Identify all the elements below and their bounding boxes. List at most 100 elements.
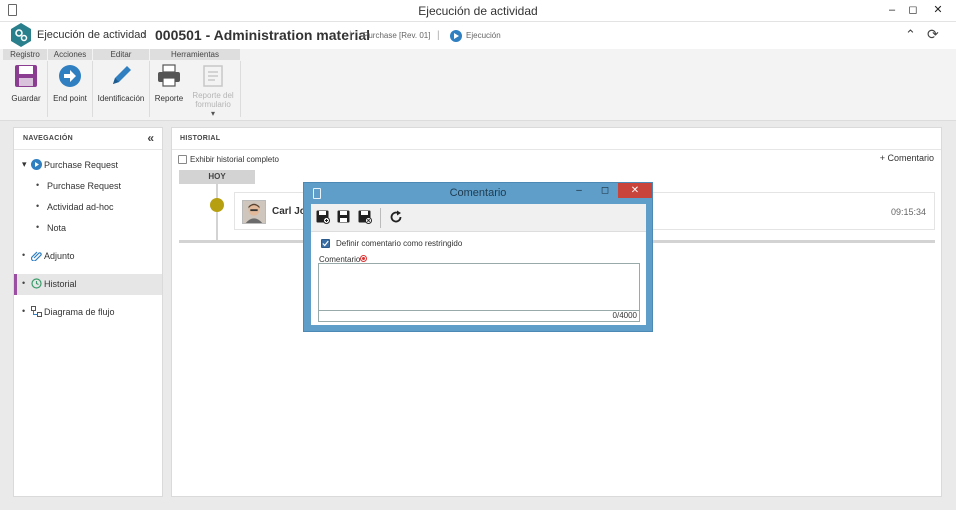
report-button[interactable]: Reporte — [152, 63, 186, 103]
bullet-icon: • — [36, 180, 40, 190]
window-title: Ejecución de actividad — [418, 4, 538, 18]
pencil-icon — [113, 66, 131, 84]
checkmark-icon — [322, 240, 329, 247]
header-separator: | — [349, 30, 352, 41]
nav-item-label: Actividad ad-hoc — [47, 202, 114, 212]
ribbon-group-herramientas: Herramientas — [150, 49, 240, 60]
ribbon-group-acciones: Acciones — [48, 49, 92, 60]
identification-label: Identificación — [97, 94, 145, 103]
character-counter: 0/4000 — [318, 311, 640, 322]
nav-item-actividad-ad-hoc[interactable]: • Actividad ad-hoc — [14, 197, 162, 218]
form-report-dropdown-icon[interactable]: ▾ — [190, 109, 236, 118]
comment-textarea[interactable] — [318, 263, 640, 311]
restrict-comment-checkbox[interactable] — [321, 239, 330, 248]
nav-item-nota[interactable]: • Nota — [14, 218, 162, 239]
nav-item-purchase-request-root[interactable]: ▾ Purchase Request — [14, 155, 162, 176]
nav-item-adjunto[interactable]: • Adjunto — [14, 246, 162, 267]
nav-item-diagrama-de-flujo[interactable]: • Diagrama de flujo — [14, 302, 162, 323]
nav-item-purchase-request[interactable]: • Purchase Request — [14, 176, 162, 197]
timeline-line — [216, 184, 218, 240]
window-close-button[interactable]: ✕ — [928, 2, 948, 18]
identification-button[interactable]: Identificación — [95, 63, 147, 103]
app-title: Ejecución de actividad — [37, 29, 147, 41]
app-header: Ejecución de actividad › 000501 - Admini… — [0, 22, 956, 49]
floppy-disk-icon — [15, 65, 37, 87]
report-label: Reporte — [154, 94, 184, 103]
save-button[interactable]: Guardar — [7, 63, 45, 103]
bullet-icon: • — [22, 250, 26, 260]
add-comment-button[interactable]: + Comentario — [880, 153, 934, 163]
save-icon[interactable] — [337, 210, 351, 224]
restrict-comment-label: Definir comentario como restringido — [336, 239, 463, 248]
ribbon-divider — [149, 61, 150, 117]
nav-item-label: Historial — [44, 279, 77, 289]
arrow-right-circle-icon — [59, 65, 81, 87]
nav-item-label: Adjunto — [44, 251, 75, 261]
avatar — [242, 200, 266, 224]
dialog-minimize-button[interactable]: – — [572, 184, 586, 199]
show-all-history-label: Exhibir historial completo — [190, 155, 279, 164]
navigation-title: NAVEGACIÓN — [23, 135, 73, 142]
save-new-icon[interactable] — [316, 210, 330, 224]
paperclip-icon — [31, 251, 42, 261]
refresh-icon[interactable]: ⟳ — [927, 26, 939, 43]
breadcrumb-chevron-icon: › — [142, 26, 147, 42]
end-point-label: End point — [53, 94, 87, 103]
form-report-label: Reporte del — [192, 91, 234, 100]
ribbon-divider — [240, 61, 241, 117]
ribbon-divider — [47, 61, 48, 117]
form-report-label-line2: formulario — [195, 100, 231, 109]
play-status-icon — [450, 30, 462, 42]
nav-item-label: Diagrama de flujo — [44, 307, 115, 317]
bullet-icon: • — [36, 222, 40, 232]
save-button-label: Guardar — [11, 94, 41, 103]
window-titlebar: Ejecución de actividad – ◻ ✕ — [0, 0, 956, 22]
show-all-history-checkbox[interactable] — [178, 155, 187, 164]
ribbon-divider — [92, 61, 93, 117]
collapse-panel-icon[interactable]: « — [147, 131, 154, 145]
nav-item-label: Purchase Request — [47, 181, 122, 191]
ribbon-group-editar: Editar — [93, 49, 149, 60]
window-minimize-button[interactable]: – — [882, 2, 902, 18]
bullet-icon: • — [36, 201, 40, 211]
comment-dialog: Comentario – ◻ ✕ Definir comentario como… — [303, 182, 653, 332]
dialog-toolbar — [311, 204, 646, 232]
refresh-icon[interactable] — [389, 210, 403, 224]
history-clock-icon — [31, 278, 42, 289]
end-point-button[interactable]: End point — [50, 63, 90, 103]
nav-item-historial[interactable]: • Historial — [14, 274, 162, 295]
form-report-icon — [203, 65, 223, 87]
history-group-label: HOY — [179, 170, 255, 184]
expand-arrow-icon[interactable]: ▾ — [22, 159, 27, 170]
history-entry-time: 09:15:34 — [890, 207, 926, 217]
required-indicator-icon — [360, 255, 367, 262]
navigation-panel: NAVEGACIÓN « ▾ Purchase Request • Purcha… — [13, 127, 163, 497]
timeline-dot — [210, 198, 224, 212]
collapse-header-icon[interactable]: ⌃ — [905, 27, 916, 43]
dialog-titlebar: Comentario – ◻ ✕ — [304, 183, 652, 204]
history-entry-user: Carl Jo — [272, 206, 306, 217]
dialog-body: Definir comentario como restringido Come… — [311, 204, 646, 325]
history-title: HISTORIAL — [180, 135, 221, 142]
app-logo-icon — [11, 23, 31, 47]
toolbar-divider — [380, 208, 381, 228]
history-header: HISTORIAL — [172, 128, 941, 150]
status-label: Ejecución — [466, 31, 501, 40]
process-label: Purchase [Rev. 01] — [363, 31, 431, 40]
nav-item-label: Nota — [47, 223, 67, 233]
ribbon-toolbar: Registro Acciones Editar Herramientas Gu… — [0, 49, 956, 121]
nav-item-label: Purchase Request — [44, 160, 119, 170]
form-report-button[interactable]: Reporte del formulario ▾ — [190, 63, 236, 118]
dialog-close-button[interactable]: ✕ — [618, 183, 652, 198]
bullet-icon: • — [22, 306, 26, 316]
header-separator: | — [437, 30, 440, 41]
document-title: 000501 - Administration material — [155, 27, 371, 43]
save-close-icon[interactable] — [358, 210, 372, 224]
ribbon-group-registro: Registro — [3, 49, 47, 60]
play-circle-icon — [31, 159, 42, 170]
printer-icon — [158, 64, 180, 87]
window-maximize-button[interactable]: ◻ — [903, 2, 923, 18]
navigation-header: NAVEGACIÓN « — [14, 128, 162, 150]
bullet-icon: • — [22, 278, 26, 288]
dialog-maximize-button[interactable]: ◻ — [598, 184, 612, 199]
